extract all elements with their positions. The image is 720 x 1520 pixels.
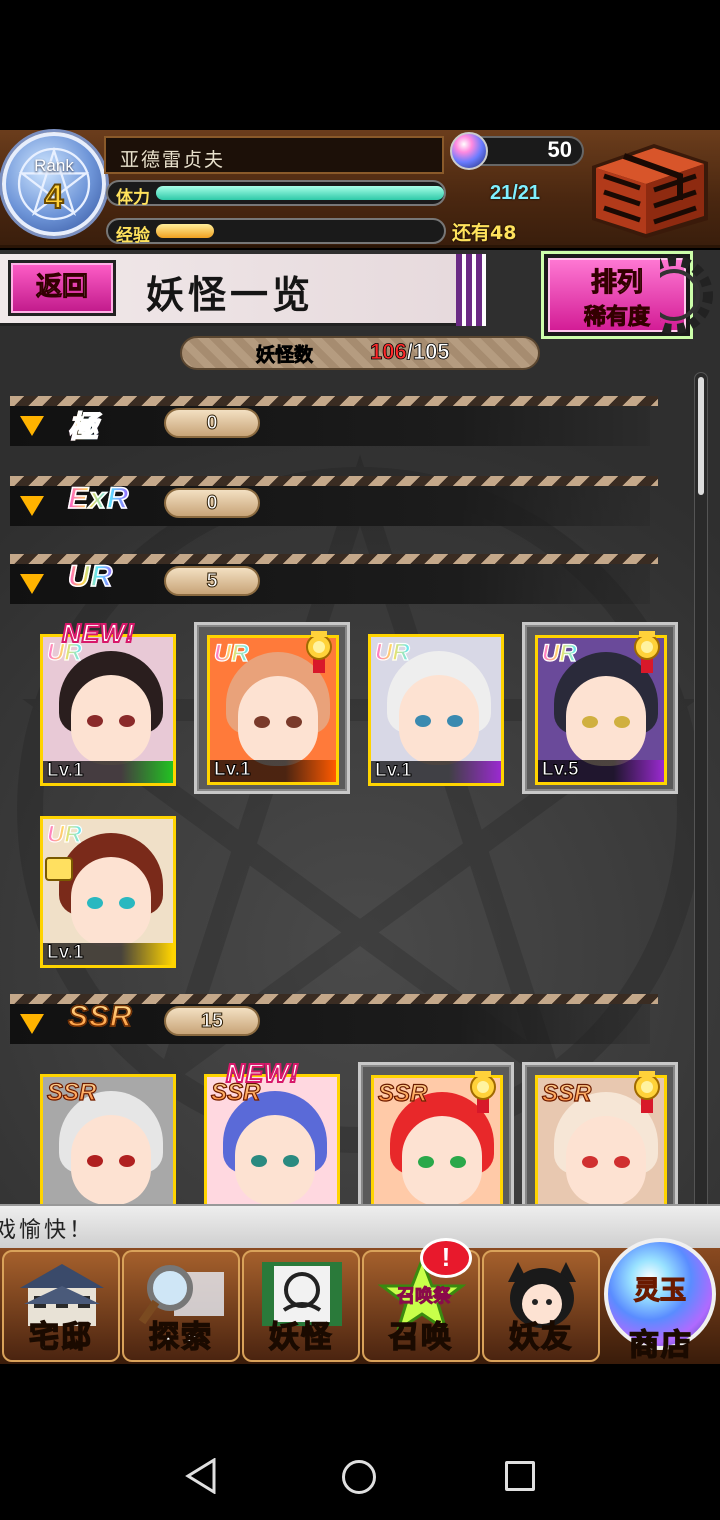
portrait-eye	[119, 1155, 135, 1167]
portrait-eye	[251, 1155, 267, 1167]
nav-explore[interactable]: 探索	[122, 1250, 240, 1362]
back-triangle-icon[interactable]	[184, 1458, 218, 1494]
ssr-card-grid: SSR SSR NEW! SSR SSR	[0, 0, 720, 1204]
news-ticker: 戏愉快！	[0, 1204, 720, 1248]
portrait-eye	[614, 1156, 630, 1168]
summon-festival-label: 召唤祭	[397, 1286, 452, 1308]
gold-medal-icon	[470, 1071, 496, 1113]
shop-orb-label: 灵玉	[633, 1275, 686, 1306]
monster-card[interactable]: SSR	[522, 1062, 678, 1204]
portrait-face	[235, 1115, 315, 1204]
portrait-face	[402, 1116, 482, 1204]
game-screen: Rank 4 亚德雷贞夫 50 体力 21/21 经验 还有48 返回 妖怪一览…	[0, 0, 720, 1520]
home-circle-icon[interactable]	[342, 1460, 376, 1494]
portrait-eye	[450, 1156, 466, 1168]
monster-portrait: SSR	[204, 1074, 340, 1204]
portrait-face	[71, 1115, 151, 1204]
nav-shop-label: 商店	[628, 1327, 693, 1364]
portrait-eye	[283, 1155, 299, 1167]
scrollbar-thumb[interactable]	[698, 377, 704, 495]
nav-label: 探索	[148, 1319, 213, 1356]
new-tag: NEW!	[225, 1057, 300, 1089]
nav-label: 妖友	[508, 1319, 573, 1356]
nav-label: 妖怪	[268, 1319, 333, 1356]
monster-card[interactable]: SSR NEW!	[204, 1057, 340, 1204]
ticker-text: 戏愉快！	[0, 1218, 95, 1243]
monster-card[interactable]: SSR	[358, 1062, 514, 1204]
nav-friends[interactable]: 妖友	[482, 1250, 600, 1362]
gold-medal-icon	[634, 1071, 660, 1113]
portrait-eye	[87, 1155, 103, 1167]
card-rarity: SSR	[541, 1079, 592, 1107]
summon-alert-badge: !	[420, 1238, 472, 1278]
nav-label: 召唤	[388, 1319, 453, 1356]
card-rarity: SSR	[46, 1078, 97, 1106]
portrait-eye	[582, 1156, 598, 1168]
scrollbar[interactable]	[694, 372, 708, 1212]
portrait-eye	[418, 1156, 434, 1168]
nav-label: 宅邸	[28, 1319, 93, 1356]
system-nav-bar	[0, 1364, 720, 1520]
monster-portrait: SSR	[40, 1074, 176, 1204]
card-rarity: SSR	[377, 1079, 428, 1107]
monster-card[interactable]: SSR	[40, 1074, 176, 1204]
portrait-face	[566, 1116, 646, 1204]
nav-mansion[interactable]: 宅邸	[2, 1250, 120, 1362]
nav-monsters[interactable]: 妖怪	[242, 1250, 360, 1362]
recent-apps-icon[interactable]	[505, 1461, 535, 1491]
